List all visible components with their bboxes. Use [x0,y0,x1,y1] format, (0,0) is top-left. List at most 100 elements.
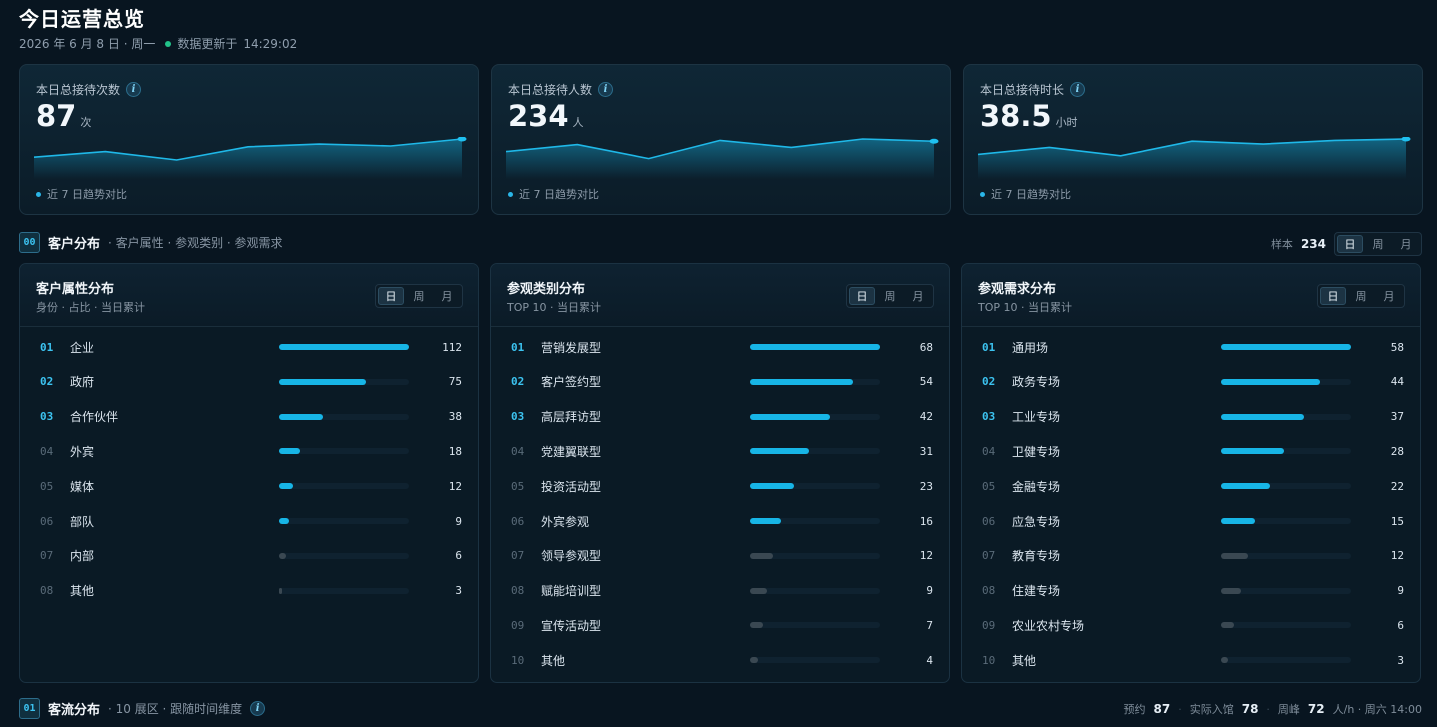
period-toggle: 日 周 月 [1334,232,1422,256]
rank-index: 06 [40,514,54,528]
list-item[interactable]: 09 宣传活动型 7 [491,615,949,635]
list-item[interactable]: 09 农业农村专场 6 [962,615,1420,635]
rank-index: 08 [982,584,996,598]
item-name: 内部 [70,549,95,564]
list-item[interactable]: 05 媒体 12 [20,476,478,496]
list-item[interactable]: 05 金融专场 22 [962,476,1420,496]
list-item[interactable]: 01 通用场 58 [962,337,1420,357]
item-name: 应急专场 [1012,514,1061,529]
item-count: 7 [926,618,933,632]
sample-value: 234 [1300,237,1326,251]
list-item[interactable]: 08 其他 3 [20,581,478,601]
item-count: 9 [1397,584,1404,598]
bar-fill [279,483,293,490]
page-subtitle: 2026 年 6 月 8 日 · 周一 数据更新于 14:29:02 [19,35,297,52]
period-week-button[interactable]: 周 [1348,287,1374,305]
list-item[interactable]: 03 工业专场 37 [962,407,1420,427]
rank-index: 01 [511,340,525,354]
list-item[interactable]: 08 住建专场 9 [962,581,1420,601]
rank-index: 06 [982,514,996,528]
list-item[interactable]: 07 内部 6 [20,546,478,566]
item-name: 赋能培训型 [541,584,602,599]
period-day-button[interactable]: 日 [1320,287,1346,305]
bar-fill [279,518,290,524]
list-item[interactable]: 04 党建翼联型 31 [491,441,949,461]
list-item[interactable]: 02 政务专场 44 [962,372,1420,392]
item-name: 合作伙伴 [70,410,119,425]
bar-track [1221,413,1351,420]
bar-track [750,657,880,664]
bar-fill [750,344,880,350]
bar-track [1221,344,1351,350]
info-icon[interactable]: i [1070,82,1086,97]
info-icon[interactable]: i [250,701,266,716]
list-item[interactable]: 07 领导参观型 12 [491,546,949,566]
item-name: 领导参观型 [541,549,602,564]
list-item[interactable]: 03 高层拜访型 42 [491,407,949,427]
rank-index: 10 [511,653,525,667]
rank-index: 07 [511,549,525,563]
period-week-button[interactable]: 周 [877,287,903,305]
list-item[interactable]: 05 投资活动型 23 [491,476,949,496]
sparkline-area [978,139,1406,179]
list-item[interactable]: 04 卫健专场 28 [962,441,1420,461]
period-toggle: 日周月 [846,284,934,308]
item-count: 9 [926,584,933,598]
period-week-button[interactable]: 周 [1365,235,1391,253]
period-day-button[interactable]: 日 [378,287,404,305]
period-toggle: 日周月 [375,284,463,308]
peak-unit: 人/h · 周六 14:00 [1332,703,1422,716]
list-item[interactable]: 01 企业 112 [20,337,478,357]
item-count: 75 [448,375,462,389]
bar-fill [750,657,758,664]
list-item[interactable]: 08 赋能培训型 9 [491,581,949,601]
kpi-value-wrap: 234 人 [508,99,584,133]
kpi-value: 87 [36,99,77,133]
list-item[interactable]: 03 合作伙伴 38 [20,407,478,427]
list-item[interactable]: 06 应急专场 15 [962,511,1420,531]
period-day-button[interactable]: 日 [849,287,875,305]
bar-fill [1221,622,1235,629]
rank-index: 02 [511,375,525,389]
info-icon[interactable]: i [598,82,614,97]
trend-sparkline [978,137,1411,179]
period-month-button[interactable]: 月 [905,287,931,305]
rank-index: 07 [982,549,996,563]
kpi-label-wrap: 本日总接待人数 i [508,81,614,98]
list-item[interactable]: 02 客户签约型 54 [491,372,949,392]
info-icon[interactable]: i [126,82,142,97]
period-month-button[interactable]: 月 [434,287,460,305]
item-count: 112 [442,340,462,354]
list-item[interactable]: 06 外宾参观 16 [491,511,949,531]
bar-fill [750,587,768,594]
period-week-button[interactable]: 周 [406,287,432,305]
period-month-button[interactable]: 月 [1376,287,1402,305]
bar-track [750,587,880,594]
bar-track [750,622,880,629]
bar-track [1221,518,1351,524]
item-name: 党建翼联型 [541,444,602,459]
section-badge: 01 [19,698,40,719]
bar-track [750,483,880,490]
item-count: 23 [919,479,933,493]
list-item[interactable]: 01 营销发展型 68 [491,337,949,357]
item-name: 企业 [70,340,95,355]
period-month-button[interactable]: 月 [1393,235,1419,253]
kpi-unit: 人 [572,116,584,129]
list-item[interactable]: 06 部队 9 [20,511,478,531]
item-name: 营销发展型 [541,340,602,355]
kpi-card: 本日总接待时长 i 38.5 小时近 7 日趋势对比 [963,64,1423,215]
sparkline-end-point [929,138,939,144]
period-day-button[interactable]: 日 [1337,235,1363,253]
list-item[interactable]: 07 教育专场 12 [962,546,1420,566]
page-title: 今日运营总览 [19,7,145,31]
kpi-unit: 次 [80,116,92,129]
item-count: 12 [919,549,933,563]
section-traffic-distribution-header: 01 客流分布 · 10 展区 · 跟随时间维度 i [19,698,266,719]
list-item[interactable]: 04 外宾 18 [20,441,478,461]
item-name: 其他 [1012,653,1037,668]
bar-track [279,448,409,455]
list-item[interactable]: 10 其他 4 [491,650,949,670]
list-item[interactable]: 10 其他 3 [962,650,1420,670]
list-item[interactable]: 02 政府 75 [20,372,478,392]
